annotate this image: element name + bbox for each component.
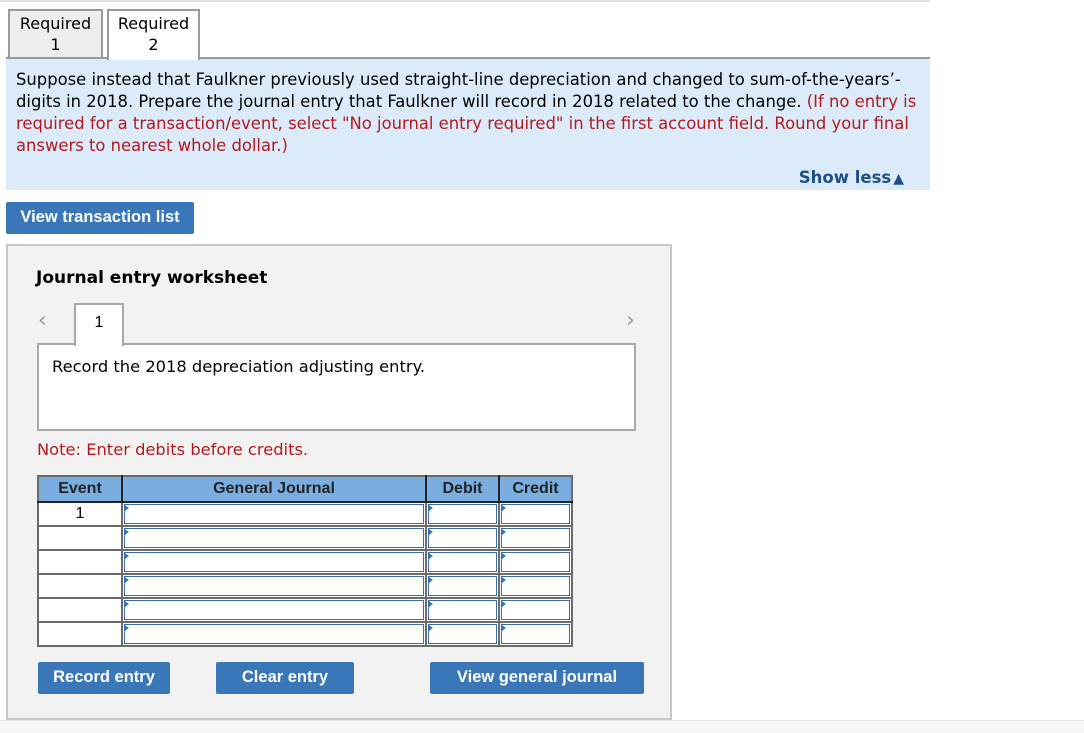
- account-input[interactable]: [124, 576, 424, 596]
- table-row: [37, 549, 573, 575]
- event-cell: [37, 573, 123, 599]
- debit-cell: [425, 549, 500, 575]
- credit-cell: [498, 573, 573, 599]
- credit-input[interactable]: [501, 528, 570, 548]
- column-header-general-journal: General Journal: [122, 476, 427, 503]
- credit-input[interactable]: [501, 552, 570, 572]
- column-header-credit: Credit: [499, 476, 572, 503]
- event-cell: [37, 597, 123, 623]
- view-transaction-list-button[interactable]: View transaction list: [6, 202, 194, 234]
- chevron-right-icon[interactable]: ›: [626, 308, 635, 333]
- table-row: [37, 597, 573, 623]
- credit-cell: [498, 549, 573, 575]
- table-row: [37, 573, 573, 599]
- credit-input[interactable]: [501, 504, 570, 524]
- debit-input[interactable]: [428, 552, 497, 572]
- credit-input[interactable]: [501, 624, 570, 644]
- top-divider: [0, 0, 930, 2]
- transaction-description: Record the 2018 depreciation adjusting e…: [37, 343, 636, 431]
- account-cell: [121, 525, 427, 551]
- question-panel: Suppose instead that Faulkner previously…: [6, 59, 930, 190]
- event-cell: [37, 621, 123, 647]
- clear-entry-button[interactable]: Clear entry: [216, 662, 354, 694]
- account-cell: [121, 597, 427, 623]
- tab-required-1[interactable]: Required 1: [8, 9, 103, 57]
- view-general-journal-button[interactable]: View general journal: [430, 662, 644, 694]
- table-row: [37, 621, 573, 647]
- debit-cell: [425, 501, 500, 527]
- column-header-event: Event: [38, 476, 123, 503]
- table-row: [37, 525, 573, 551]
- debit-input[interactable]: [428, 504, 497, 524]
- account-input[interactable]: [124, 600, 424, 620]
- account-cell: [121, 621, 427, 647]
- column-header-debit: Debit: [426, 476, 500, 503]
- account-input[interactable]: [124, 528, 424, 548]
- account-cell: [121, 573, 427, 599]
- credit-input[interactable]: [501, 576, 570, 596]
- tab-label: Required: [19, 14, 92, 33]
- account-cell: [121, 501, 427, 527]
- table-header-row: Event General Journal Debit Credit: [38, 476, 572, 503]
- worksheet-title: Journal entry worksheet: [36, 268, 268, 288]
- debit-cell: [425, 525, 500, 551]
- event-cell: [37, 525, 123, 551]
- debit-input[interactable]: [428, 624, 497, 644]
- account-input[interactable]: [124, 624, 424, 644]
- show-less-link[interactable]: Show less ▲: [799, 167, 904, 190]
- table-row: 1: [37, 501, 573, 527]
- debit-input[interactable]: [428, 528, 497, 548]
- show-less-label: Show less: [798, 168, 892, 187]
- credit-cell: [498, 597, 573, 623]
- event-cell: [37, 549, 123, 575]
- triangle-up-icon: ▲: [893, 171, 904, 187]
- credit-cell: [498, 525, 573, 551]
- chevron-left-icon[interactable]: ‹: [38, 308, 47, 333]
- question-text: Suppose instead that Faulkner previously…: [16, 70, 901, 111]
- journal-table: Event General Journal Debit Credit 1: [37, 475, 573, 647]
- account-input[interactable]: [124, 504, 424, 524]
- credit-cell: [498, 621, 573, 647]
- tab-number: 2: [148, 35, 159, 54]
- debit-cell: [425, 597, 500, 623]
- credit-input[interactable]: [501, 600, 570, 620]
- account-input[interactable]: [124, 552, 424, 572]
- tab-required-2[interactable]: Required 2: [107, 9, 200, 60]
- debit-cell: [425, 621, 500, 647]
- account-cell: [121, 549, 427, 575]
- debit-input[interactable]: [428, 600, 497, 620]
- debit-input[interactable]: [428, 576, 497, 596]
- debit-cell: [425, 573, 500, 599]
- tab-label: Required: [117, 14, 190, 33]
- tab-number: 1: [50, 35, 61, 54]
- journal-entry-worksheet: Journal entry worksheet ‹ 1 › Record the…: [6, 244, 672, 720]
- bottom-bar: [0, 720, 1084, 733]
- worksheet-tab-1[interactable]: 1: [74, 303, 124, 346]
- credit-cell: [498, 501, 573, 527]
- worksheet-note: Note: Enter debits before credits.: [37, 440, 309, 459]
- event-cell: 1: [37, 501, 123, 527]
- record-entry-button[interactable]: Record entry: [38, 662, 170, 694]
